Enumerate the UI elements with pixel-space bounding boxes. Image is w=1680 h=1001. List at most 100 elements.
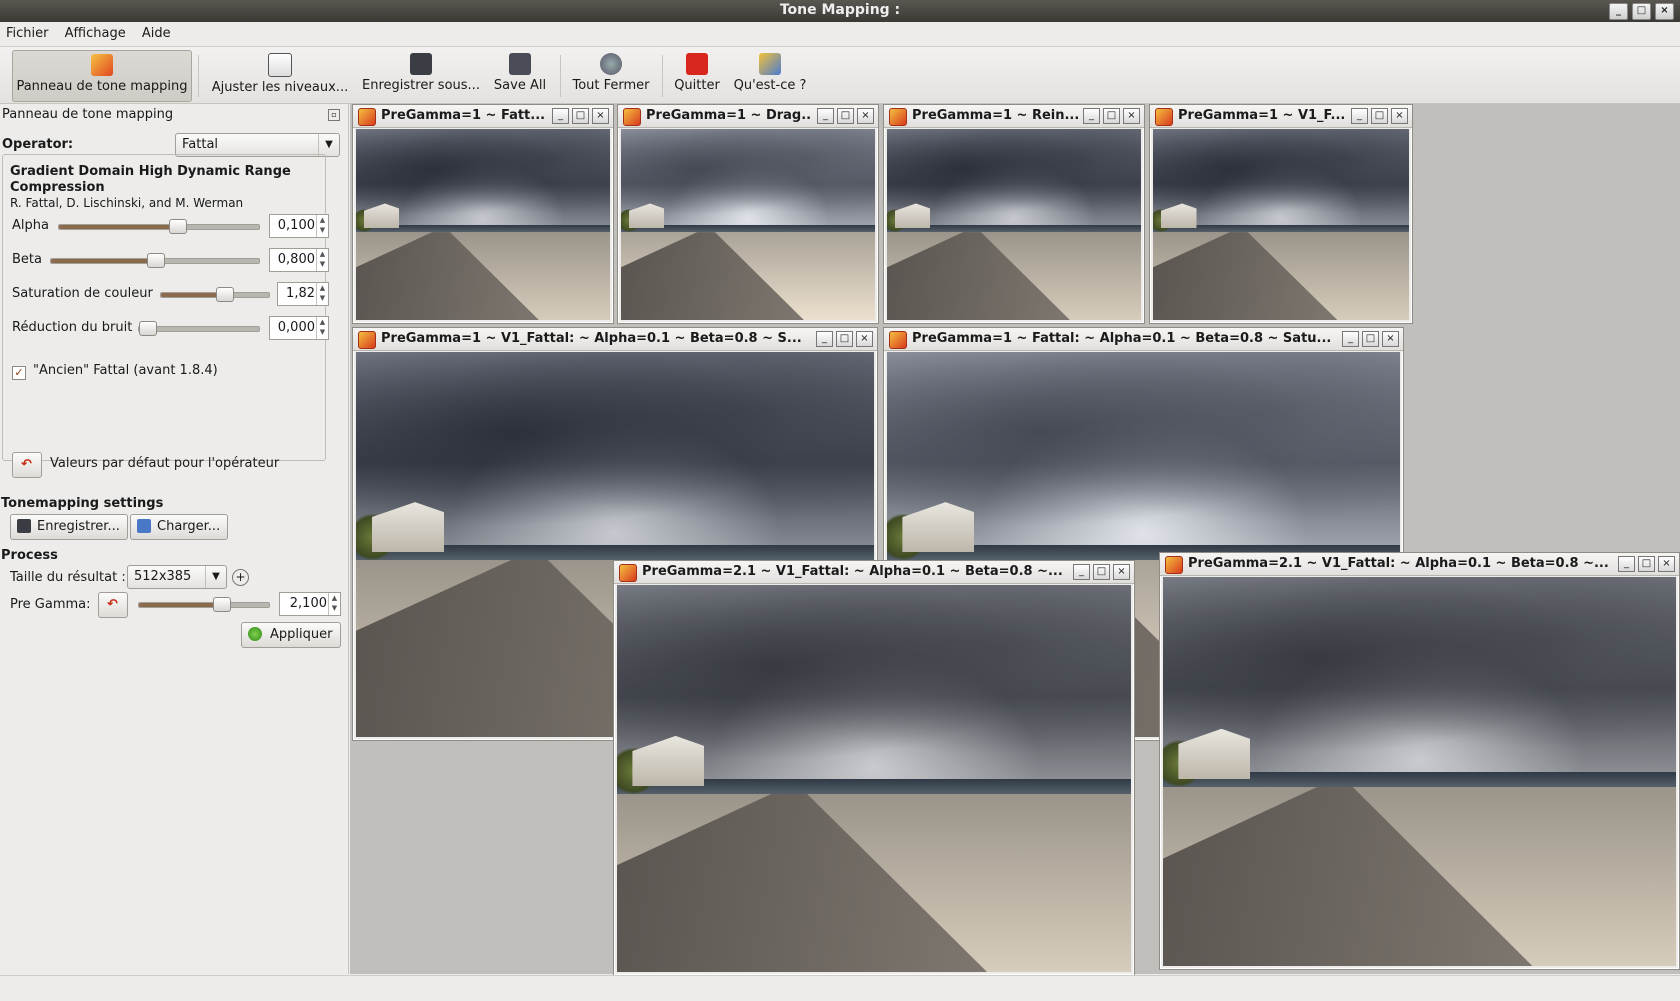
levels-button[interactable]: Ajuster les niveaux...: [206, 50, 354, 100]
settings-load-button[interactable]: Charger...: [130, 514, 228, 540]
pregamma-slider[interactable]: [138, 597, 270, 612]
check-icon: [248, 627, 262, 641]
tonemap-panel-button[interactable]: Panneau de tone mapping: [12, 50, 192, 102]
result-image: [356, 129, 610, 320]
old-fattal-checkbox[interactable]: ✓: [12, 366, 26, 380]
close-icon[interactable]: ×: [592, 108, 609, 124]
saturation-slider[interactable]: [160, 287, 270, 302]
menu-affichage[interactable]: Affichage: [59, 22, 132, 45]
close-button[interactable]: ×: [1655, 3, 1674, 20]
maximize-button[interactable]: □: [1632, 3, 1651, 20]
menubar: Fichier Affichage Aide: [0, 22, 1680, 47]
saturation-label: Saturation de couleur: [12, 286, 153, 301]
result-window[interactable]: PreGamma=2.1 ~ V1_Fattal: ~ Alpha=0.1 ~ …: [613, 560, 1135, 976]
close-all-button[interactable]: Tout Fermer: [566, 50, 656, 100]
close-icon[interactable]: ×: [1382, 331, 1399, 347]
pregamma-reset-button[interactable]: ↶: [98, 592, 128, 618]
maximize-icon[interactable]: □: [837, 108, 854, 124]
beta-slider-knob[interactable]: [147, 253, 165, 268]
add-size-icon[interactable]: +: [232, 569, 249, 586]
levels-icon: [268, 53, 292, 77]
result-image: [621, 129, 875, 320]
saturation-slider-knob[interactable]: [216, 287, 234, 302]
saturation-spinbox[interactable]: 1,82 ▲ ▼: [277, 282, 329, 306]
alpha-value: 0,100: [277, 218, 315, 233]
maximize-icon[interactable]: □: [1093, 564, 1110, 580]
pregamma-spinbox[interactable]: 2,100 ▲ ▼: [279, 592, 341, 616]
spin-updown-icon[interactable]: ▲ ▼: [316, 215, 328, 237]
toolbar: Panneau de tone mapping Ajuster les nive…: [0, 47, 1680, 104]
result-window-titlebar[interactable]: PreGamma=1 ~ Fattal: ~ Alpha=0.1 ~ Beta=…: [884, 328, 1403, 351]
result-window[interactable]: PreGamma=1 ~ V1_F... _ □ ×: [1149, 104, 1413, 324]
minimize-button[interactable]: _: [1609, 3, 1628, 20]
maximize-icon[interactable]: □: [572, 108, 589, 124]
result-window-titlebar[interactable]: PreGamma=1 ~ V1_Fattal: ~ Alpha=0.1 ~ Be…: [353, 328, 877, 351]
settings-load-label: Charger...: [157, 519, 221, 534]
minimize-icon[interactable]: _: [1083, 108, 1100, 124]
close-icon[interactable]: ×: [1391, 108, 1408, 124]
spin-updown-icon[interactable]: ▲ ▼: [316, 283, 328, 305]
result-window-titlebar[interactable]: PreGamma=1 ~ Fatt... _ □ ×: [353, 105, 613, 128]
settings-save-label: Enregistrer...: [37, 519, 120, 534]
close-icon[interactable]: ×: [1123, 108, 1140, 124]
minimize-icon[interactable]: _: [1342, 331, 1359, 347]
result-window-title: PreGamma=1 ~ V1_F...: [1178, 108, 1346, 123]
save-as-button[interactable]: Enregistrer sous...: [360, 50, 482, 100]
close-icon[interactable]: ×: [857, 108, 874, 124]
noise-slider[interactable]: [138, 321, 260, 336]
noise-slider-knob[interactable]: [139, 321, 157, 336]
spin-updown-icon[interactable]: ▲ ▼: [316, 249, 328, 271]
result-window-title: PreGamma=1 ~ Rein...: [912, 108, 1078, 123]
result-window[interactable]: PreGamma=2.1 ~ V1_Fattal: ~ Alpha=0.1 ~ …: [1159, 552, 1680, 970]
noise-spinbox[interactable]: 0,000 ▲ ▼: [269, 316, 329, 340]
alpha-spinbox[interactable]: 0,100 ▲ ▼: [269, 214, 329, 238]
tonemap-panel: Panneau de tone mapping ▫ Operator: Fatt…: [0, 104, 349, 974]
quit-button[interactable]: Quitter: [668, 50, 726, 100]
result-window[interactable]: PreGamma=1 ~ Rein... _ □ ×: [883, 104, 1145, 324]
result-window-titlebar[interactable]: PreGamma=1 ~ Drag... _ □ ×: [618, 105, 878, 128]
pregamma-value: 2,100: [289, 596, 327, 611]
save-all-button[interactable]: Save All: [488, 50, 552, 100]
result-window[interactable]: PreGamma=1 ~ Fatt... _ □ ×: [352, 104, 614, 324]
minimize-icon[interactable]: _: [1073, 564, 1090, 580]
tonemap-icon: [889, 108, 907, 126]
minimize-icon[interactable]: _: [552, 108, 569, 124]
minimize-icon[interactable]: _: [1351, 108, 1368, 124]
maximize-icon[interactable]: □: [1371, 108, 1388, 124]
maximize-icon[interactable]: □: [1362, 331, 1379, 347]
result-window-titlebar[interactable]: PreGamma=2.1 ~ V1_Fattal: ~ Alpha=0.1 ~ …: [614, 561, 1134, 584]
minimize-icon[interactable]: _: [1618, 556, 1635, 572]
size-select[interactable]: 512x385 ▼: [127, 565, 227, 589]
result-window-title: PreGamma=2.1 ~ V1_Fattal: ~ Alpha=0.1 ~ …: [1188, 556, 1609, 571]
menu-fichier[interactable]: Fichier: [0, 22, 55, 45]
spin-updown-icon[interactable]: ▲ ▼: [316, 317, 328, 339]
close-icon[interactable]: ×: [1658, 556, 1675, 572]
close-icon[interactable]: ×: [856, 331, 873, 347]
result-window[interactable]: PreGamma=1 ~ Drag... _ □ ×: [617, 104, 879, 324]
spin-updown-icon[interactable]: ▲ ▼: [328, 593, 340, 615]
maximize-icon[interactable]: □: [1103, 108, 1120, 124]
menu-aide[interactable]: Aide: [136, 22, 177, 45]
panel-float-icon[interactable]: ▫: [328, 109, 340, 121]
alpha-slider-fill: [59, 225, 177, 229]
settings-title: Tonemapping settings: [1, 496, 164, 511]
minimize-icon[interactable]: _: [817, 108, 834, 124]
alpha-slider[interactable]: [58, 219, 260, 234]
beta-spinbox[interactable]: 0,800 ▲ ▼: [269, 248, 329, 272]
alpha-slider-knob[interactable]: [169, 219, 187, 234]
apply-button[interactable]: Appliquer: [241, 622, 341, 648]
settings-save-button[interactable]: Enregistrer...: [10, 514, 128, 540]
pregamma-slider-knob[interactable]: [213, 597, 231, 612]
maximize-icon[interactable]: □: [836, 331, 853, 347]
reset-defaults-button[interactable]: ↶: [12, 452, 42, 478]
result-window-titlebar[interactable]: PreGamma=2.1 ~ V1_Fattal: ~ Alpha=0.1 ~ …: [1160, 553, 1679, 576]
result-window-titlebar[interactable]: PreGamma=1 ~ Rein... _ □ ×: [884, 105, 1144, 128]
beta-slider[interactable]: [50, 253, 260, 268]
minimize-icon[interactable]: _: [816, 331, 833, 347]
close-icon[interactable]: ×: [1113, 564, 1130, 580]
result-image: [1163, 577, 1676, 966]
result-window-titlebar[interactable]: PreGamma=1 ~ V1_F... _ □ ×: [1150, 105, 1412, 128]
whats-this-button[interactable]: Qu'est-ce ?: [730, 50, 810, 100]
tonemap-icon: [91, 54, 113, 76]
maximize-icon[interactable]: □: [1638, 556, 1655, 572]
